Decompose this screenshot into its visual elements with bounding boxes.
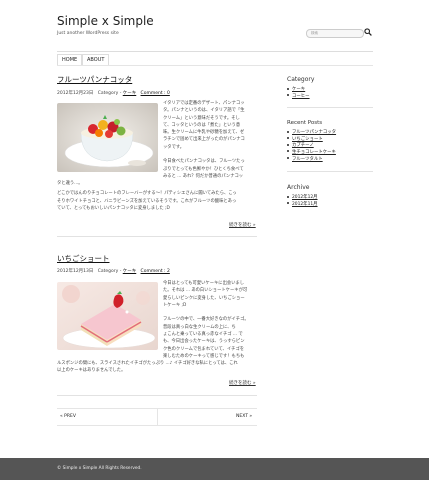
text-line: 愛らしいピンクに変身した、いちごショー [163,295,245,301]
archive-link[interactable]: 2012年11月 [292,202,318,207]
recent-post-link[interactable]: カプチーノ [292,143,314,148]
category-list: ケーキ コーヒー [287,87,377,100]
archive-heading: Archive [287,184,310,192]
pager-divider [157,409,158,425]
panna-cotta-image [57,103,158,172]
text-line: ぷりでとっても色鮮やか！ひとくち食べて [163,166,244,172]
category-heading: Category [287,76,315,83]
pagination: « PREV NEXT » [57,408,257,426]
post-date: 2012年12月13日 [57,269,94,274]
text-line: も、今日出会ったケーキは、うっすらピン [163,339,245,345]
search-input[interactable]: 検索 [306,29,364,38]
text-line: ラチンで固めて出来上がったのがパンナコ [163,137,245,143]
text-line: タ。パンナというのは、イタリア語で「生 [163,108,245,114]
text-line: クリーム」という意味だそうです。そし [163,115,240,121]
recent-post-item[interactable]: 生チョコレートケーキ [287,150,377,157]
text-line: 今日食べたパンナコッタは、フルーツたっ [163,159,245,165]
post-separator [57,236,257,237]
header-divider [57,65,373,66]
recent-post-item[interactable]: フルーツタルト [287,157,377,164]
text-line: 味。生クリームに牛乳や砂糖を加えて、ゼ [163,130,245,136]
prev-page-button[interactable]: « PREV [60,414,76,419]
bullet-icon [287,150,289,153]
text-line: イタリアでは定番のデザート、パンナコッ [163,101,245,106]
post-separator [57,395,257,396]
archive-item[interactable]: 2012年11月 [287,202,377,209]
bullet-icon [287,130,289,133]
sidebar-divider [287,171,373,173]
recent-post-link[interactable]: いちごショート [292,137,323,142]
sidebar-divider [287,107,373,109]
text-line: ルスポンジの間にも、スライスされたイチゴがたっぷり ...♪ イチゴ好きな私にと… [57,361,238,366]
text-line: た。それは ... あの白いショートケーキが可 [163,288,248,294]
post-excerpt-side: 今日はとっても可愛いケーキに出会いまし た。それは ... あの白いショートケー… [163,280,263,360]
category-label: Category - [97,91,123,96]
recent-post-link[interactable]: 生チョコレートケーキ [292,150,336,155]
text-line: そりホワイトチョコと、バニラビーンズを加えているそうです。これがフルーツの酸味と… [57,198,237,204]
main-nav: HOME ABOUT [57,51,373,66]
text-line: ッタです。 [163,144,185,150]
bullet-icon [287,195,289,198]
post-excerpt-full: タと違う...。 どこかではんのりチョコレートのフレーバーがする～！パティシエさ… [57,180,262,212]
archive-link[interactable]: 2012年12月 [292,195,318,200]
search-icon[interactable] [364,28,372,36]
text-line: 今日はとっても可愛いケーキに出会いまし [163,281,245,286]
text-line: ょこんと乗っている真っ赤なイチゴ ... で [163,332,243,338]
post-thumbnail[interactable] [57,282,158,350]
archive-item[interactable]: 2012年12月 [287,195,377,202]
post-excerpt-side: イタリアでは定番のデザート、パンナコッ タ。パンナというのは、イタリア語で「生 … [163,100,263,180]
site-footer: © Simple x Simple All Rights Reserved. [0,458,429,480]
comment-link[interactable]: Comment : 2 [141,269,170,274]
sidebar: Category ケーキ コーヒー Recent Posts フルーツパンナコッ… [287,76,377,208]
text-line: フルーツの中で、一番大好きなのがイチゴ。 [163,317,249,323]
post-title[interactable]: いちごショート [57,253,110,264]
post-date: 2012年12月23日 [57,91,94,96]
bullet-icon [287,94,289,97]
next-page-button[interactable]: NEXT » [236,414,252,419]
bullet-icon [287,202,289,205]
category-item[interactable]: コーヒー [287,94,377,101]
recent-post-item[interactable]: カプチーノ [287,143,377,150]
comment-link[interactable]: Comment : 0 [141,91,170,96]
category-link[interactable]: コーヒー [292,94,310,99]
category-label: Category - [97,269,123,274]
text-line: 普段は真っ白な生クリームの上に、ち [163,324,236,330]
recent-post-item[interactable]: フルーツパンナコッタ [287,130,377,137]
text-line: ていて、とってもおいしいパンナコッタに変身しました ;D [57,205,170,211]
category-link[interactable]: ケーキ [123,91,137,96]
bullet-icon [287,143,289,146]
site-tagline: Just another WordPress site [57,31,119,36]
text-line: ク色のクリームで包まれていて、イチゴを [163,346,245,352]
post-meta: 2012年12月13日 Category - ケーキ Comment : 2 [57,268,170,274]
bullet-icon [287,137,289,140]
text-line: タと違う...。 [57,181,83,186]
category-link[interactable]: ケーキ [123,269,137,274]
archive-list: 2012年12月 2012年11月 [287,195,377,208]
site-title[interactable]: Simple x Simple [57,14,154,28]
text-line: トケーキ ;D [163,302,187,308]
recent-posts-list: フルーツパンナコッタ いちごショート カプチーノ 生チョコレートケーキ フルーツ… [287,130,377,163]
copyright-text: © Simple x Simple All Rights Reserved. [57,466,142,471]
read-more-link[interactable]: 続きを読む » [229,380,256,386]
post-excerpt-full: ルスポンジの間にも、スライスされたイチゴがたっぷり ...♪ イチゴ好きな私にと… [57,360,262,375]
recent-post-link[interactable]: フルーツパンナコッタ [292,130,336,135]
text-line: どこかではんのりチョコレートのフレーバーがする～！パティシエさんに聞いてみたら、… [57,191,237,197]
category-link[interactable]: ケーキ [292,87,305,92]
strawberry-shortcake-image [57,282,158,350]
post-meta: 2012年12月23日 Category - ケーキ Comment : 0 [57,90,170,96]
text-line: て、コッタというのは「煮た」という意 [163,122,241,128]
post-title[interactable]: フルーツパンナコッタ [57,74,132,85]
read-more-link[interactable]: 続きを読む » [229,222,256,228]
recent-post-link[interactable]: フルーツタルト [292,157,323,162]
post-thumbnail[interactable] [57,103,158,172]
text-line: 以上のケーキはありませんでした。 [57,368,126,374]
category-item[interactable]: ケーキ [287,87,377,94]
recent-posts-heading: Recent Posts [287,120,323,127]
bullet-icon [287,87,289,90]
bullet-icon [287,157,289,160]
